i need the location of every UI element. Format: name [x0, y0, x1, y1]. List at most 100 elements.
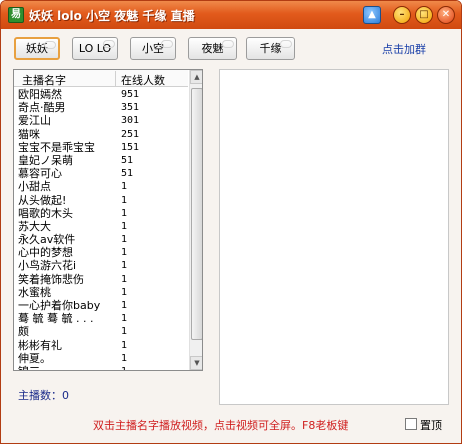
- list-item[interactable]: 从头做起! 1: [14, 194, 188, 207]
- host-name: 蓦 毓 蓦 毓 . . .: [18, 312, 94, 326]
- host-name: 笑着掩饰悲伤: [18, 272, 84, 286]
- minimize-button[interactable]: –: [393, 6, 411, 24]
- online-count: 1: [121, 181, 128, 193]
- online-count: 1: [121, 365, 127, 370]
- host-name: 心中的梦想: [18, 246, 73, 260]
- list-rows: 欧阳嫣然 951 奇点·酷男 351 爱江山 301 猫咪 251 宝宝不是乖宝宝 151 皇妃ノ呆…: [14, 88, 188, 370]
- list-item[interactable]: 一心护着你baby 1: [14, 299, 188, 312]
- scroll-down-icon[interactable]: ▼: [190, 356, 202, 370]
- scroll-up-icon[interactable]: ▲: [190, 70, 202, 84]
- minimize-icon: –: [399, 9, 405, 20]
- decoration-icon: [103, 40, 115, 48]
- join-group-link[interactable]: 点击加群: [382, 41, 426, 57]
- online-count: 1: [121, 352, 128, 364]
- host-name: 皇妃ノ呆萌: [18, 153, 73, 167]
- skin-button[interactable]: ▲: [363, 6, 381, 24]
- list-item[interactable]: 锦三 1: [14, 365, 188, 370]
- online-count: 351: [121, 102, 140, 114]
- tab-label: 千缘: [259, 42, 282, 55]
- list-item[interactable]: 欧阳嫣然 951: [14, 88, 188, 101]
- online-count: 1: [121, 194, 128, 206]
- title-bar[interactable]: 易 妖妖 lolo 小空 夜魅 千缘 直播 ▲ – □ ✕: [1, 1, 461, 29]
- online-count: 151: [121, 141, 140, 153]
- window-title: 妖妖 lolo 小空 夜魅 千缘 直播: [29, 9, 195, 23]
- column-header-name[interactable]: 主播名字: [22, 72, 66, 88]
- decoration-icon: [222, 40, 234, 48]
- list-item[interactable]: 水蜜桃 1: [14, 286, 188, 299]
- list-item[interactable]: 小甜点 1: [14, 180, 188, 193]
- online-count: 1: [121, 247, 128, 259]
- online-count: 1: [121, 300, 128, 311]
- online-count: 1: [121, 313, 128, 325]
- online-count: 1: [121, 339, 128, 351]
- column-divider: [115, 71, 116, 86]
- online-count: 251: [121, 128, 140, 140]
- host-name: 慕容可心: [18, 167, 62, 181]
- host-name: 水蜜桃: [18, 285, 51, 299]
- tab-xiaokong[interactable]: 小空: [130, 37, 176, 60]
- close-icon: ✕: [441, 9, 451, 20]
- column-header-online[interactable]: 在线人数: [121, 72, 165, 88]
- tab-lolo[interactable]: LO LO: [72, 37, 118, 60]
- list-scrollbar[interactable]: ▲ ▼: [189, 70, 202, 370]
- host-name: 颇: [18, 325, 29, 339]
- pin-label[interactable]: 置顶: [420, 417, 442, 433]
- list-item[interactable]: 苏大大 1: [14, 220, 188, 233]
- shirt-icon: ▲: [368, 9, 376, 20]
- online-count: 51: [121, 168, 134, 180]
- list-item[interactable]: 伸夏。 1: [14, 352, 188, 365]
- host-count-value: 0: [62, 389, 69, 402]
- tab-yemei[interactable]: 夜魅: [188, 37, 237, 60]
- list-item[interactable]: 唱歌的木头 1: [14, 207, 188, 220]
- host-name: 伸夏。: [18, 351, 51, 365]
- host-count-label: 主播数：: [18, 389, 62, 402]
- list-item[interactable]: 彬彬有礼 1: [14, 339, 188, 352]
- list-item[interactable]: 慕容可心 51: [14, 167, 188, 180]
- host-name: 宝宝不是乖宝宝: [18, 140, 95, 154]
- host-name: 从头做起!: [18, 193, 67, 207]
- list-item[interactable]: 笑着掩饰悲伤 1: [14, 273, 188, 286]
- list-item[interactable]: 蓦 毓 蓦 毓 . . . 1: [14, 312, 188, 325]
- host-name: 一心护着你baby: [18, 299, 101, 312]
- list-item[interactable]: 永久av软件 1: [14, 233, 188, 246]
- maximize-button[interactable]: □: [415, 6, 433, 24]
- close-button[interactable]: ✕: [437, 6, 455, 24]
- host-list[interactable]: 主播名字 在线人数 欧阳嫣然 951 奇点·酷男 351 爱江山 301 猫咪 251 宝宝不是…: [13, 69, 203, 371]
- hint-text: 双击主播名字播放视频，点击视频可全屏。F8老板键: [93, 419, 349, 432]
- online-count: 1: [121, 234, 128, 246]
- list-item[interactable]: 皇妃ノ呆萌 51: [14, 154, 188, 167]
- list-item[interactable]: 小鸟游六花i 1: [14, 259, 188, 272]
- decoration-icon: [280, 40, 292, 48]
- host-count: 主播数：0: [18, 387, 69, 403]
- host-name: 奇点·酷男: [18, 101, 66, 115]
- list-item[interactable]: 爱江山 301: [14, 114, 188, 127]
- pin-checkbox[interactable]: [405, 418, 417, 430]
- host-name: 永久av软件: [18, 233, 76, 247]
- host-name: 小甜点: [18, 180, 51, 194]
- host-name: 苏大大: [18, 219, 51, 233]
- host-name: 猫咪: [18, 127, 40, 141]
- list-item[interactable]: 心中的梦想 1: [14, 246, 188, 259]
- main-window: 易 妖妖 lolo 小空 夜魅 千缘 直播 ▲ – □ ✕ 妖妖 LO LO 小…: [0, 0, 462, 444]
- app-logo-icon: 易: [8, 7, 24, 23]
- online-count: 1: [121, 220, 128, 232]
- list-item[interactable]: 奇点·酷男 351: [14, 101, 188, 114]
- list-item[interactable]: 颇1: [14, 325, 188, 338]
- tab-yaoyao[interactable]: 妖妖: [14, 37, 60, 60]
- host-name: 彬彬有礼: [18, 338, 62, 352]
- online-count: 1: [121, 273, 128, 285]
- list-item[interactable]: 宝宝不是乖宝宝 151: [14, 141, 188, 154]
- decoration-icon: [161, 40, 173, 48]
- decoration-icon: [44, 41, 56, 49]
- host-name: 锦三: [18, 365, 40, 370]
- tab-qianyuan[interactable]: 千缘: [246, 37, 295, 60]
- host-name: 欧阳嫣然: [18, 88, 62, 101]
- online-count: 1: [121, 207, 128, 219]
- video-area[interactable]: [219, 69, 449, 405]
- scroll-thumb[interactable]: [191, 88, 202, 340]
- list-header: 主播名字 在线人数: [14, 70, 188, 87]
- online-count: 51: [121, 154, 134, 166]
- online-count: 301: [121, 115, 140, 127]
- list-item[interactable]: 猫咪 251: [14, 128, 188, 141]
- online-count: 1: [121, 286, 128, 298]
